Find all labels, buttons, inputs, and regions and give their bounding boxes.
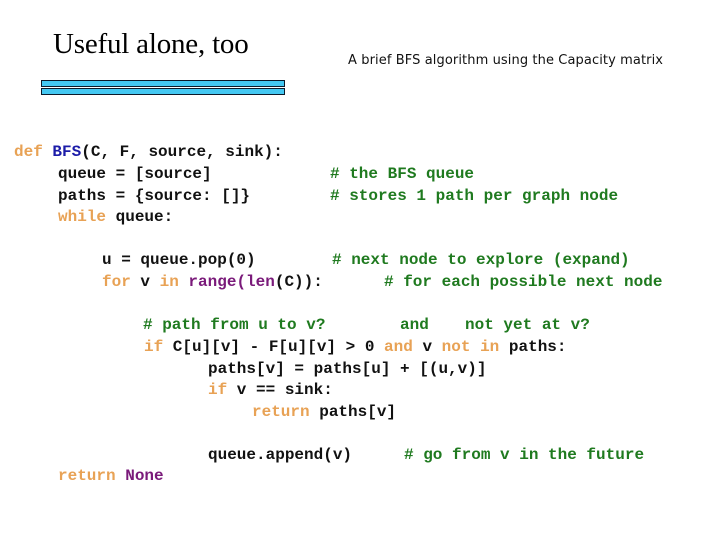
code-line-if-capacity: if C[u][v] - F[u][v] > 0 and v not in pa… [144,337,567,357]
sink-condition: v == sink: [227,381,333,399]
keyword-if: if [208,381,228,399]
capacity-expression: C[u][v] - F[u][v] > 0 [163,338,385,356]
title-underline-bar-bottom [41,88,285,95]
v-variable: v [412,338,442,356]
builtin-range-len: range(len [178,273,275,291]
code-line-for: for v in range(len(C)): [102,272,323,292]
title-underline-bar-top [41,80,285,87]
comment-not-yet: not yet at v? [465,316,590,334]
comment-bfs-queue: # the BFS queue [330,165,475,183]
loop-variable: v [130,273,160,291]
keyword-for: for [102,273,131,291]
code-line-def: def BFS(C, F, source, sink): [14,142,283,162]
slide-subtitle: A brief BFS algorithm using the Capacity… [348,53,664,68]
function-name: BFS [52,143,82,161]
builtin-none: None [115,467,164,485]
comment-go-from-v: # go from v in the future [404,446,645,464]
comment-and: and [400,316,429,334]
keyword-not-in: not in [441,338,500,356]
keyword-and: and [384,338,413,356]
code-line-paths-assign: paths[v] = paths[u] + [(u,v)] [208,360,487,378]
code-line-while: while queue: [58,207,173,227]
comment-each-next-node: # for each possible next node [384,273,663,291]
keyword-if: if [144,338,164,356]
comment-next-node: # next node to explore (expand) [332,251,630,269]
function-signature: (C, F, source, sink): [81,143,283,161]
keyword-def: def [14,143,43,161]
code-line-queue-init: queue = [source] [58,165,212,183]
paths-check: paths: [499,338,567,356]
keyword-return: return [58,467,116,485]
comment-stores-path: # stores 1 path per graph node [330,187,619,205]
code-line-append: queue.append(v) [208,446,353,464]
keyword-return: return [252,403,310,421]
code-line-paths-init: paths = {source: []} [58,187,251,205]
slide-title: Useful alone, too [53,28,249,60]
keyword-while: while [58,208,107,226]
return-value: paths[v] [309,403,397,421]
while-condition: queue: [106,208,174,226]
code-line-if-sink: if v == sink: [208,380,333,400]
comment-path-from-u: # path from u to v? [143,316,326,334]
code-line-pop: u = queue.pop(0) [102,251,256,269]
code-line-return-path: return paths[v] [252,402,396,422]
keyword-in: in [159,273,179,291]
for-rest: (C)): [274,273,323,291]
code-line-return-none: return None [58,466,164,486]
